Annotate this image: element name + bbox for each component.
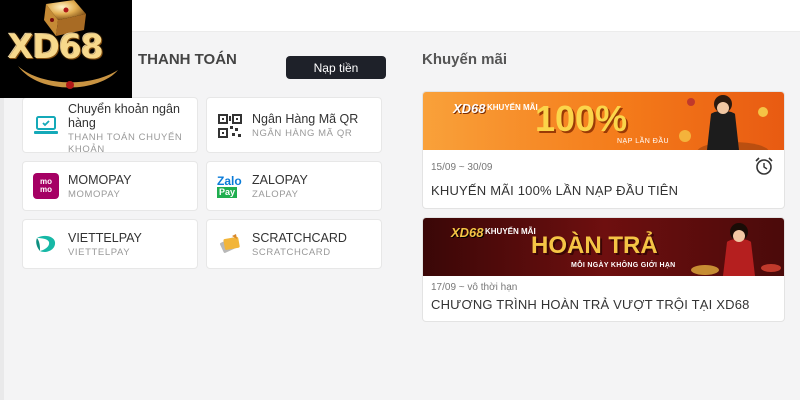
zalopay-icon: Zalo Pay: [217, 173, 242, 198]
payment-method-sub: VIETTELPAY: [68, 247, 131, 258]
scratchcard-icon: [217, 231, 243, 257]
payment-method-name: SCRATCHCARD: [252, 231, 347, 245]
payment-method-momopay[interactable]: mo mo MOMOPAY MOMOPAY: [22, 161, 198, 211]
viettelpay-icon: [33, 231, 59, 257]
promo-name: CHƯƠNG TRÌNH HOÀN TRẢ VƯỢT TRỘI TẠI XD68: [431, 297, 750, 312]
promo-date: 15/09 ~ 30/09: [431, 162, 493, 173]
payment-method-name: Ngân Hàng Mã QR: [252, 112, 359, 126]
promo-card-first-deposit[interactable]: XD68 KHUYẾN MÃI 100% NẠP LẦN ĐẦU 15/09 ~…: [422, 91, 785, 209]
payment-method-sub: SCRATCHCARD: [252, 247, 331, 258]
laptop-payment-icon: [33, 113, 59, 139]
promo-banner-cashback[interactable]: XD68 KHUYẾN MÃI HOÀN TRẢ MỖI NGÀY KHÔNG …: [423, 218, 784, 276]
promo-banner-tag: KHUYẾN MÃI: [485, 227, 536, 236]
payment-method-bank-transfer[interactable]: Chuyển khoản ngân hàng THANH TOÁN CHUYỂN…: [22, 97, 198, 155]
promo-banner-tag: KHUYẾN MÃI: [487, 103, 538, 112]
promo-card-cashback[interactable]: XD68 KHUYẾN MÃI HOÀN TRẢ MỖI NGÀY KHÔNG …: [422, 217, 785, 322]
alarm-clock-icon: [755, 157, 773, 175]
payment-method-sub: ZALOPAY: [252, 189, 299, 200]
payment-method-name: Chuyển khoản ngân hàng: [68, 102, 180, 130]
promo-banner-brand: XD68: [451, 225, 484, 240]
payment-method-viettelpay[interactable]: VIETTELPAY VIETTELPAY: [22, 219, 198, 269]
payment-method-name: VIETTELPAY: [68, 231, 142, 245]
qr-code-icon: [217, 113, 243, 139]
promo-banner-first-deposit[interactable]: XD68 KHUYẾN MÃI 100% NẠP LẦN ĐẦU: [423, 92, 784, 150]
deposit-button[interactable]: Nạp tiền: [286, 56, 386, 79]
site-logo[interactable]: XD68: [0, 0, 132, 98]
logo-text: XD68: [8, 27, 104, 66]
payment-method-name: MOMOPAY: [68, 173, 132, 187]
promo-date: 17/09 ~ vô thời hạn: [431, 282, 518, 293]
promo-name: KHUYẾN MÃI 100% LẦN NẠP ĐẦU TIÊN: [431, 183, 679, 198]
payment-method-sub: THANH TOÁN CHUYỂN KHOẢN: [68, 132, 183, 155]
payment-section-title: THANH TOÁN: [138, 51, 237, 68]
momo-icon: mo mo: [33, 173, 59, 199]
payment-method-scratchcard[interactable]: SCRATCHCARD SCRATCHCARD: [206, 219, 382, 269]
payment-method-sub: NGÂN HÀNG MÃ QR: [252, 128, 353, 139]
payment-method-qr[interactable]: Ngân Hàng Mã QR NGÂN HÀNG MÃ QR: [206, 97, 382, 153]
promo-banner-headline: 100%: [535, 98, 628, 139]
payment-method-zalopay[interactable]: Zalo Pay ZALOPAY ZALOPAY: [206, 161, 382, 211]
payment-method-sub: MOMOPAY: [68, 189, 121, 200]
promo-banner-headline: HOÀN TRẢ: [531, 232, 658, 259]
promo-banner-brand: XD68: [453, 101, 486, 116]
promo-banner-sub: NẠP LẦN ĐẦU: [617, 138, 670, 145]
promo-banner-sub: MỖI NGÀY KHÔNG GIỚI HẠN: [571, 262, 676, 269]
promotions-section-title: Khuyến mãi: [422, 51, 508, 68]
payment-method-name: ZALOPAY: [252, 173, 308, 187]
